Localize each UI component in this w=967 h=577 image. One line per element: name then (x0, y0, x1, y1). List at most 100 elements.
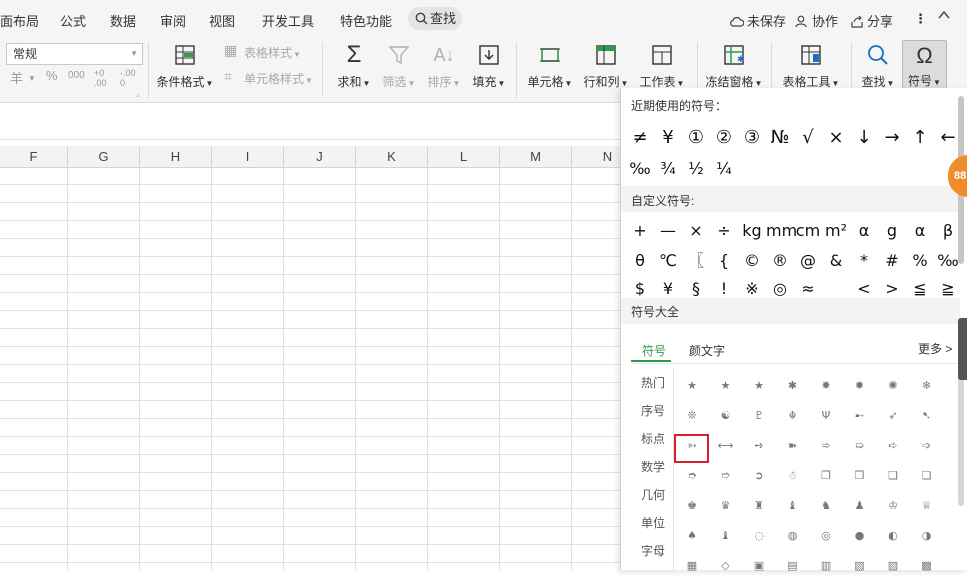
grid-symbol-cell[interactable]: ⟷ (715, 435, 737, 457)
category-math[interactable]: 数学 (641, 458, 665, 475)
grid-symbol-cell[interactable]: ❊ (681, 405, 703, 427)
grid-symbol-cell[interactable]: ❄ (916, 375, 938, 397)
grid-symbol-cell[interactable]: ➾ (815, 435, 837, 457)
menu-view[interactable]: 视图 (209, 11, 235, 30)
symbol-cell[interactable]: θ (626, 246, 654, 276)
category-letters[interactable]: 字母 (641, 542, 665, 559)
symbol-cell[interactable] (822, 274, 850, 298)
column-header-m[interactable]: M (500, 146, 572, 167)
grid-scrollbar[interactable] (958, 366, 964, 506)
grid-symbol-cell[interactable]: ♝ (782, 495, 804, 517)
grid-symbol-cell[interactable]: ❑ (882, 465, 904, 487)
grid-symbol-cell[interactable]: ♜ (748, 495, 770, 517)
symbol-cell[interactable]: ◎ (766, 274, 794, 298)
category-punctuation[interactable]: 标点 (641, 430, 665, 447)
symbol-cell[interactable]: β (934, 216, 960, 246)
grid-symbol-cell[interactable]: ◎ (815, 525, 837, 547)
column-header-l[interactable]: L (428, 146, 500, 167)
symbol-cell[interactable]: mm (766, 216, 797, 246)
symbol-cell[interactable]: ‰ (626, 154, 654, 184)
symbol-cell[interactable]: ¼ (710, 154, 738, 184)
grid-symbol-cell[interactable]: ✱ (782, 375, 804, 397)
symbol-cell[interactable]: g (878, 216, 906, 246)
grid-symbol-cell[interactable]: ◐ (882, 525, 904, 547)
expand-dialog-icon[interactable]: ⌟ (136, 90, 139, 98)
menu-data[interactable]: 数据 (110, 11, 136, 30)
symbol-cell[interactable]: × (822, 123, 850, 153)
number-format-select[interactable]: 常规 ▼ (6, 43, 143, 65)
menu-review[interactable]: 审阅 (160, 11, 186, 30)
grid-symbol-cell[interactable]: ✺ (882, 375, 904, 397)
symbol-cell[interactable]: ③ (738, 123, 766, 153)
symbol-cell[interactable]: % (906, 246, 934, 276)
menu-page-layout[interactable]: 面布局 (0, 11, 39, 30)
category-hot[interactable]: 热门 (641, 374, 665, 391)
symbol-cell[interactable]: № (766, 123, 794, 153)
column-header-j[interactable]: J (284, 146, 356, 167)
symbol-cell[interactable]: ¾ (654, 154, 682, 184)
symbol-cell[interactable]: ≦ (906, 274, 934, 298)
grid-symbol-cell[interactable]: ★ (748, 375, 770, 397)
grid-symbol-cell[interactable]: ➷ (916, 405, 938, 427)
collapse-ribbon-button[interactable] (937, 8, 954, 23)
cell-grid[interactable] (0, 167, 620, 570)
symbol-cell[interactable]: # (878, 246, 906, 276)
side-handle[interactable] (958, 318, 967, 380)
grid-symbol-cell[interactable]: ✹ (849, 375, 871, 397)
grid-symbol-cell[interactable]: ▦ (681, 555, 703, 577)
symbol-cell[interactable]: ↓ (850, 123, 878, 153)
grid-symbol-cell[interactable]: ➯ (849, 435, 871, 457)
symbol-cell[interactable]: ≈ (794, 274, 822, 298)
symbol-cell[interactable]: + (626, 216, 654, 246)
symbol-cell[interactable]: ※ (738, 274, 766, 298)
grid-symbol-cell[interactable]: ♠ (681, 525, 703, 547)
grid-symbol-cell[interactable]: ◌ (748, 525, 770, 547)
column-header-h[interactable]: H (140, 146, 212, 167)
grid-symbol-cell[interactable]: ▨ (882, 555, 904, 577)
cell-button[interactable]: 单元格▼ (524, 40, 576, 98)
grid-symbol-cell[interactable]: ➽ (782, 435, 804, 457)
category-ordinal[interactable]: 序号 (641, 402, 665, 419)
symbol-cell[interactable]: √ (794, 123, 822, 153)
table-style-button[interactable]: ▦ 表格样式▼ (222, 42, 307, 62)
grid-symbol-cell[interactable]: ➺ (748, 435, 770, 457)
grid-symbol-cell[interactable]: ➲ (748, 465, 770, 487)
symbol-cell[interactable]: ÷ (710, 216, 738, 246)
more-link[interactable]: 更多 > (918, 340, 952, 357)
currency-button[interactable]: 羊 (10, 68, 23, 87)
grid-symbol-cell[interactable]: ➩ (916, 435, 938, 457)
symbol-cell[interactable]: ② (710, 123, 738, 153)
symbol-cell[interactable]: ¥ (654, 274, 682, 298)
grid-symbol-cell[interactable]: ➶ (882, 405, 904, 427)
symbol-cell[interactable]: ! (710, 274, 738, 298)
symbol-cell[interactable]: * (850, 246, 878, 276)
grid-symbol-cell[interactable]: ♕ (916, 495, 938, 517)
grid-symbol-cell[interactable]: ➪ (882, 435, 904, 457)
grid-symbol-cell[interactable]: ♛ (715, 495, 737, 517)
grid-symbol-cell[interactable]: ❒ (849, 465, 871, 487)
symbol-cell[interactable]: $ (626, 274, 654, 298)
menu-formula[interactable]: 公式 (60, 11, 86, 30)
menu-developer[interactable]: 开发工具 (262, 11, 314, 30)
grid-symbol-cell[interactable]: ✸ (815, 375, 837, 397)
grid-symbol-cell[interactable]: ♇ (748, 405, 770, 427)
symbol-cell[interactable]: ¥ (654, 123, 682, 153)
sort-button[interactable]: A↓ 排序▼ (423, 40, 465, 98)
thousands-button[interactable]: 000 (68, 70, 85, 81)
symbol-cell[interactable]: § (682, 274, 710, 298)
grid-symbol-cell[interactable]: ▩ (916, 555, 938, 577)
grid-symbol-cell[interactable]: ❏ (916, 465, 938, 487)
symbol-cell[interactable]: — (654, 216, 682, 246)
symbol-cell[interactable]: m² (822, 216, 850, 246)
grid-symbol-cell[interactable]: ▤ (782, 555, 804, 577)
grid-symbol-cell[interactable]: ☃ (782, 465, 804, 487)
menu-special-features[interactable]: 特色功能 (340, 11, 392, 30)
currency-dropdown-icon[interactable]: ▼ (28, 74, 36, 83)
symbol-cell[interactable]: { (710, 246, 738, 276)
grid-symbol-cell[interactable]: ● (849, 525, 871, 547)
grid-symbol-cell[interactable]: ♝ (715, 525, 737, 547)
conditional-format-button[interactable]: 条件格式▼ (155, 40, 215, 98)
grid-symbol-cell[interactable]: ★ (715, 375, 737, 397)
symbol-cell[interactable]: cm (794, 216, 822, 246)
symbol-cell[interactable]: @ (794, 246, 822, 276)
